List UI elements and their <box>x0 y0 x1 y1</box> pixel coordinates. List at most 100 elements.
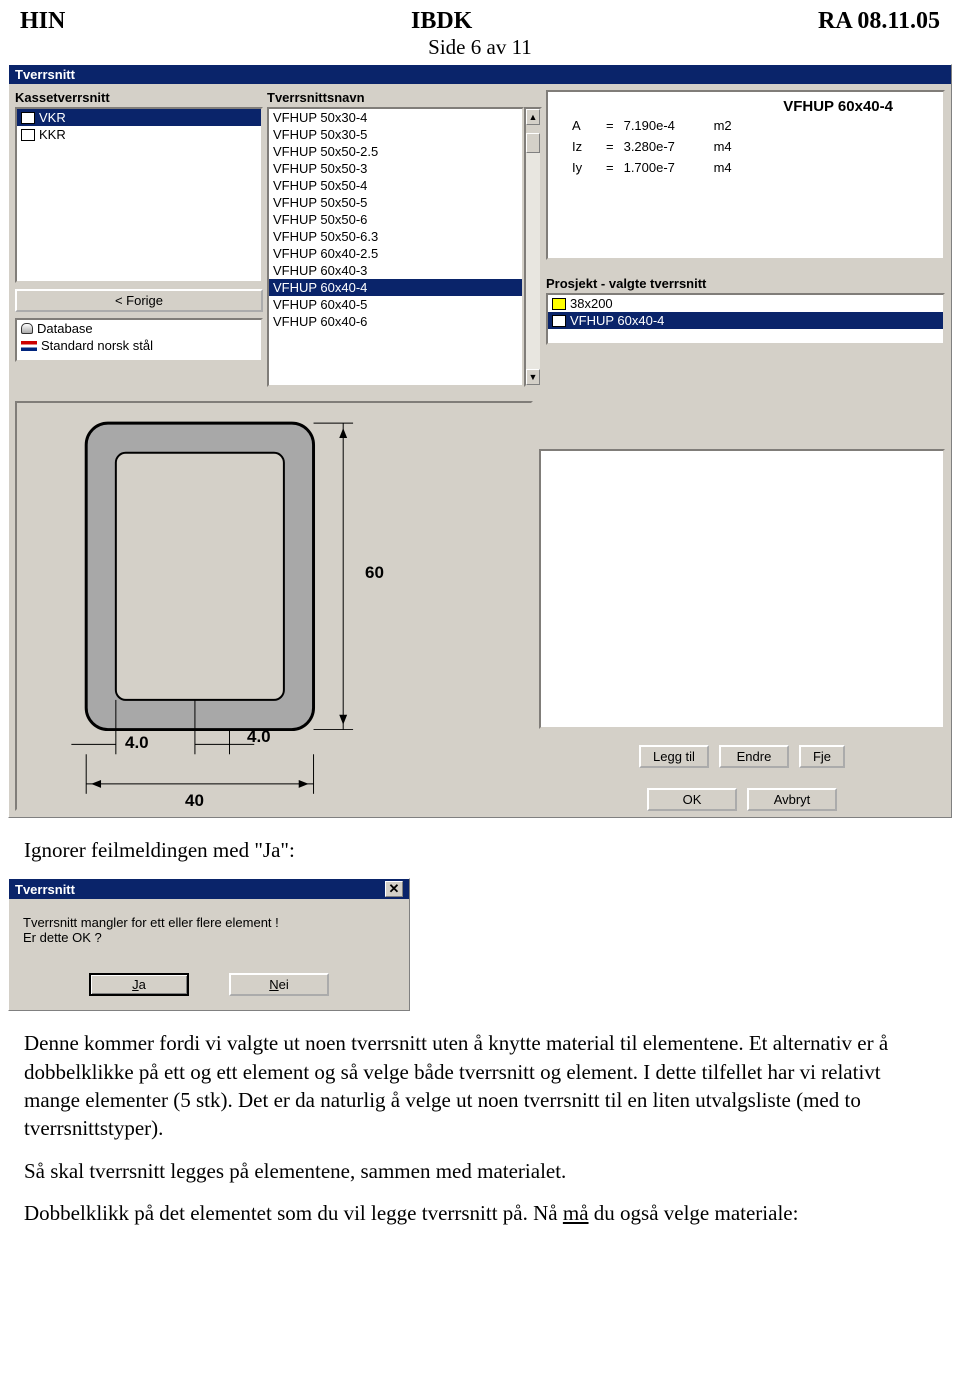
list-item[interactable]: VFHUP 60x40-4 <box>548 312 943 329</box>
list-item-label: VFHUP 60x40-2.5 <box>273 246 378 261</box>
para4a: Dobbelklikk på det elementet som du vil … <box>24 1201 563 1225</box>
edit-button[interactable]: Endre <box>719 745 789 768</box>
list-item[interactable]: VFHUP 60x40-6 <box>269 313 522 330</box>
hdr-center: IBDK <box>411 8 472 35</box>
tnavn-listbox[interactable]: VFHUP 50x30-4 VFHUP 50x30-5 VFHUP 50x50-… <box>267 107 524 387</box>
scroll-down-icon[interactable]: ▼ <box>526 369 540 385</box>
page-header: HIN IBDK RA 08.11.05 <box>0 0 960 35</box>
prop-unit: m2 <box>714 118 732 133</box>
list-item[interactable]: VFHUP 60x40-5 <box>269 296 522 313</box>
dim-t1: 4.0 <box>247 727 271 747</box>
proj-summary-panel <box>539 449 945 729</box>
list-item-label: 38x200 <box>570 296 613 311</box>
msgbox-titlebar[interactable]: Tverrsnitt ✕ <box>9 879 409 899</box>
list-item[interactable]: VFHUP 50x50-3 <box>269 160 522 177</box>
prop-row: Iy = 1.700e-7 m4 <box>558 157 933 178</box>
profile-svg <box>17 403 531 809</box>
prop-key: A <box>572 118 596 133</box>
para4c: du også velge materiale: <box>589 1201 799 1225</box>
list-item[interactable]: VFHUP 60x40-3 <box>269 262 522 279</box>
list-item-label: VFHUP 50x50-4 <box>273 178 367 193</box>
msgbox-line2: Er dette OK ? <box>23 930 395 945</box>
prop-unit: m4 <box>714 139 732 154</box>
prop-val: 1.700e-7 <box>624 160 704 175</box>
ok-button[interactable]: OK <box>647 788 737 811</box>
yes-button[interactable]: Ja <box>89 973 189 996</box>
list-item-label: VFHUP 60x40-4 <box>570 313 664 328</box>
list-item[interactable]: Database <box>17 320 261 337</box>
back-button[interactable]: < Forige <box>15 289 263 312</box>
tnavn-label: Tverrsnittsnavn <box>267 90 542 105</box>
profile-icon <box>21 112 35 124</box>
add-button[interactable]: Legg til <box>639 745 709 768</box>
list-item-label: VFHUP 60x40-5 <box>273 297 367 312</box>
kasse-label: Kassetverrsnitt <box>15 90 263 105</box>
tverrsnitt-dialog: Tverrsnitt Kassetverrsnitt VKR KKR < For… <box>8 64 952 818</box>
source-listbox[interactable]: Database Standard norsk stål <box>15 318 263 362</box>
prop-row: Iz = 3.280e-7 m4 <box>558 136 933 157</box>
cancel-button[interactable]: Avbryt <box>747 788 837 811</box>
list-item[interactable]: KKR <box>17 126 261 143</box>
prop-val: 3.280e-7 <box>624 139 704 154</box>
list-item[interactable]: VFHUP 50x50-6 <box>269 211 522 228</box>
prop-op: = <box>606 160 614 175</box>
list-item-label: VFHUP 50x50-5 <box>273 195 367 210</box>
dim-width: 40 <box>185 791 204 811</box>
database-icon <box>21 323 33 334</box>
list-item[interactable]: VFHUP 50x30-5 <box>269 126 522 143</box>
prop-op: = <box>606 118 614 133</box>
msgbox-title: Tverrsnitt <box>15 882 75 897</box>
no-button[interactable]: Nei <box>229 973 329 996</box>
hdr-right: RA 08.11.05 <box>818 8 940 35</box>
prop-val: 7.190e-4 <box>624 118 704 133</box>
list-item[interactable]: VFHUP 50x30-4 <box>269 109 522 126</box>
dialog-titlebar[interactable]: Tverrsnitt <box>9 65 951 84</box>
para-3: Så skal tverrsnitt legges på elementene,… <box>0 1153 960 1195</box>
list-item-label: VFHUP 50x50-3 <box>273 161 367 176</box>
msgbox-dialog: Tverrsnitt ✕ Tverrsnitt mangler for ett … <box>8 878 410 1011</box>
list-item[interactable]: VFHUP 50x50-4 <box>269 177 522 194</box>
close-icon[interactable]: ✕ <box>385 881 403 897</box>
yes-rest: a <box>139 977 146 992</box>
proj-listbox[interactable]: 38x200 VFHUP 60x40-4 <box>546 293 945 345</box>
list-item-label: VFHUP 50x30-4 <box>273 110 367 125</box>
scrollbar[interactable]: ▲ ▼ <box>524 107 542 387</box>
list-item[interactable]: VFHUP 60x40-2.5 <box>269 245 522 262</box>
list-item-label: Standard norsk stål <box>41 338 153 353</box>
list-item[interactable]: VFHUP 50x50-2.5 <box>269 143 522 160</box>
prop-key: Iy <box>572 160 596 175</box>
list-item[interactable]: Standard norsk stål <box>17 337 261 354</box>
dialog-title: Tverrsnitt <box>15 67 75 82</box>
flag-icon <box>21 341 37 351</box>
no-rest: ei <box>279 977 289 992</box>
profile-icon <box>21 129 35 141</box>
prop-unit: m4 <box>714 160 732 175</box>
list-item-label: VFHUP 60x40-6 <box>273 314 367 329</box>
dim-height: 60 <box>365 563 384 583</box>
list-item[interactable]: VKR <box>17 109 261 126</box>
para4b: må <box>563 1201 589 1225</box>
scroll-track[interactable] <box>526 153 540 369</box>
list-item-label: VFHUP 60x40-3 <box>273 263 367 278</box>
page-subheader: Side 6 av 11 <box>0 35 960 60</box>
list-item-label: VFHUP 50x50-6 <box>273 212 367 227</box>
list-item[interactable]: 38x200 <box>548 295 943 312</box>
list-item[interactable]: VFHUP 50x50-5 <box>269 194 522 211</box>
remove-button[interactable]: Fje <box>799 745 845 768</box>
list-item[interactable]: VFHUP 60x40-4 <box>269 279 522 296</box>
list-item-label: Database <box>37 321 93 336</box>
profile-icon <box>552 298 566 310</box>
list-item-label: VKR <box>39 110 66 125</box>
kasse-listbox[interactable]: VKR KKR <box>15 107 263 283</box>
proj-label: Prosjekt - valgte tverrsnitt <box>546 276 945 291</box>
para-4: Dobbelklikk på det elementet som du vil … <box>0 1195 960 1237</box>
para-2: Denne kommer fordi vi valgte ut noen tve… <box>0 1011 960 1152</box>
list-item-label: KKR <box>39 127 66 142</box>
profile-icon <box>552 315 566 327</box>
list-item-label: VFHUP 50x50-2.5 <box>273 144 378 159</box>
scroll-thumb[interactable] <box>526 133 540 153</box>
scroll-up-icon[interactable]: ▲ <box>526 109 540 125</box>
profile-preview: 60 40 4.0 4.0 <box>15 401 533 811</box>
list-item-label: VFHUP 50x30-5 <box>273 127 367 142</box>
list-item[interactable]: VFHUP 50x50-6.3 <box>269 228 522 245</box>
